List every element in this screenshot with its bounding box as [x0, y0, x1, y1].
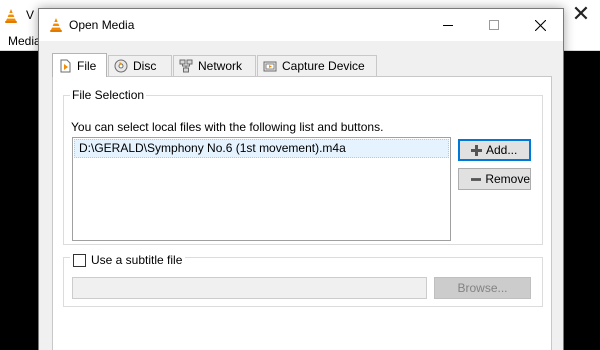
- close-button[interactable]: [517, 9, 563, 41]
- network-icon: [179, 59, 193, 73]
- capture-device-icon: [263, 61, 277, 72]
- subtitle-path-field: [72, 277, 427, 299]
- maximize-icon: [489, 20, 499, 30]
- tab-network[interactable]: Network: [173, 55, 256, 76]
- subtitle-checkbox[interactable]: [73, 253, 86, 267]
- tab-file-label: File: [77, 58, 97, 73]
- tab-file[interactable]: File: [52, 53, 107, 77]
- tab-capture-device-label: Capture Device: [282, 59, 365, 73]
- remove-button-label: Remove: [485, 172, 530, 186]
- dialog-titlebar[interactable]: Open Media: [39, 9, 563, 41]
- vlc-cone-icon: [50, 18, 62, 32]
- file-selection-title: File Selection: [70, 88, 147, 102]
- dialog-title: Open Media: [69, 18, 135, 32]
- vlc-cone-icon: [5, 9, 17, 23]
- browse-button: Browse...: [434, 277, 531, 299]
- background-menu-media[interactable]: Media: [8, 34, 38, 48]
- open-media-dialog: Open Media File Disc Network Capture Dev…: [38, 8, 564, 350]
- background-close-icon[interactable]: ✕: [565, 2, 597, 28]
- plus-icon: [471, 144, 482, 156]
- subtitle-checkbox-label: Use a subtitle file: [91, 253, 183, 267]
- add-button[interactable]: Add...: [458, 139, 531, 161]
- maximize-button[interactable]: [471, 9, 517, 41]
- disc-icon: [114, 59, 128, 73]
- minus-icon: [471, 177, 482, 181]
- subtitle-checkbox-row[interactable]: Use a subtitle file: [70, 253, 186, 267]
- tab-capture-device[interactable]: Capture Device: [257, 55, 377, 76]
- file-icon: [60, 59, 71, 72]
- tab-bar: File Disc Network Capture Device: [52, 53, 552, 77]
- close-icon: [534, 19, 546, 31]
- tab-disc-label: Disc: [133, 59, 157, 73]
- minimize-button[interactable]: [425, 9, 471, 41]
- tab-disc[interactable]: Disc: [108, 55, 172, 76]
- minimize-icon: [443, 25, 453, 26]
- list-item[interactable]: D:\GERALD\Symphony No.6 (1st movement).m…: [74, 139, 449, 158]
- file-list[interactable]: D:\GERALD\Symphony No.6 (1st movement).m…: [72, 137, 451, 241]
- file-tab-page: File Selection You can select local file…: [52, 76, 552, 350]
- add-button-label: Add...: [486, 143, 518, 157]
- tab-network-label: Network: [198, 59, 243, 73]
- remove-button[interactable]: Remove: [458, 168, 531, 190]
- file-selection-description: You can select local files with the foll…: [71, 120, 384, 134]
